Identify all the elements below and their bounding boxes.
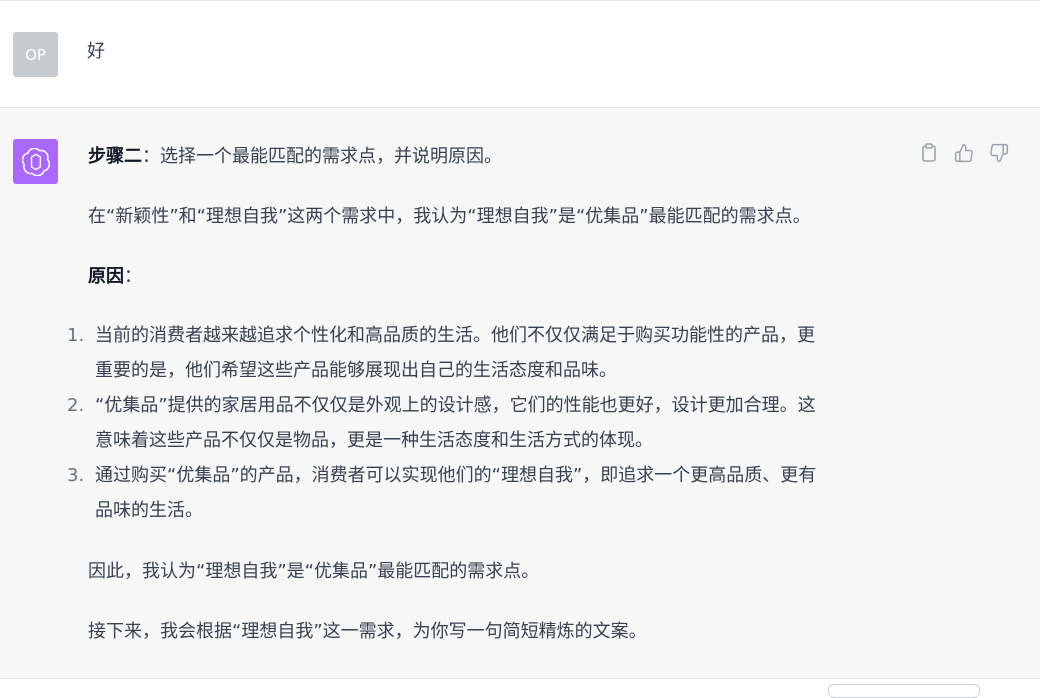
clipboard-icon bbox=[922, 143, 936, 162]
user-avatar: OP bbox=[13, 32, 58, 77]
regenerate-button-edge[interactable] bbox=[828, 684, 980, 698]
reason-heading: 原因： bbox=[88, 265, 142, 289]
thumbs-down-icon bbox=[990, 143, 1009, 163]
user-message-row: OP 好 bbox=[0, 1, 1040, 108]
step-label: 步骤二 bbox=[88, 146, 142, 167]
list-item-line: 当前的消费者越来越追求个性化和高品质的生活。他们不仅仅满足于购买功能性的产品，更 bbox=[95, 325, 815, 346]
list-number: 2. bbox=[67, 395, 85, 416]
next-step-paragraph: 接下来，我会根据“理想自我”这一需求，为你写一句简短精炼的文案。 bbox=[88, 621, 647, 642]
copy-button[interactable] bbox=[918, 142, 940, 164]
thumbs-up-button[interactable] bbox=[953, 142, 975, 164]
openai-logo-icon bbox=[21, 147, 50, 176]
step-heading: 步骤二：选择一个最能匹配的需求点，并说明原因。 bbox=[88, 145, 502, 169]
assistant-avatar bbox=[13, 139, 58, 184]
list-item-line: 品味的生活。 bbox=[95, 500, 203, 521]
intro-paragraph: 在“新颖性”和“理想自我”这两个需求中，我认为“理想自我”是“优集品”最能匹配的… bbox=[88, 206, 811, 227]
reason-label: 原因 bbox=[88, 266, 124, 287]
list-item-line: 意味着这些产品不仅仅是物品，更是一种生活态度和生活方式的体现。 bbox=[95, 430, 653, 451]
list-item-line: “优集品”提供的家居用品不仅仅是外观上的设计感，它们的性能也更好，设计更加合理。… bbox=[95, 395, 816, 416]
list-number: 3. bbox=[67, 465, 85, 486]
conclusion-paragraph: 因此，我认为“理想自我”是“优集品”最能匹配的需求点。 bbox=[88, 561, 540, 582]
user-message-text: 好 bbox=[87, 41, 105, 62]
thumbs-up-icon bbox=[954, 143, 973, 163]
list-number: 1. bbox=[67, 325, 85, 346]
list-item-line: 通过购买“优集品”的产品，消费者可以实现他们的“理想自我”，即追求一个更高品质、… bbox=[95, 465, 817, 486]
list-item-line: 重要的是，他们希望这些产品能够展现出自己的生活态度和品味。 bbox=[95, 360, 617, 381]
thumbs-down-button[interactable] bbox=[988, 142, 1010, 164]
reason-colon: ： bbox=[124, 266, 142, 287]
step-text: ：选择一个最能匹配的需求点，并说明原因。 bbox=[142, 146, 502, 167]
